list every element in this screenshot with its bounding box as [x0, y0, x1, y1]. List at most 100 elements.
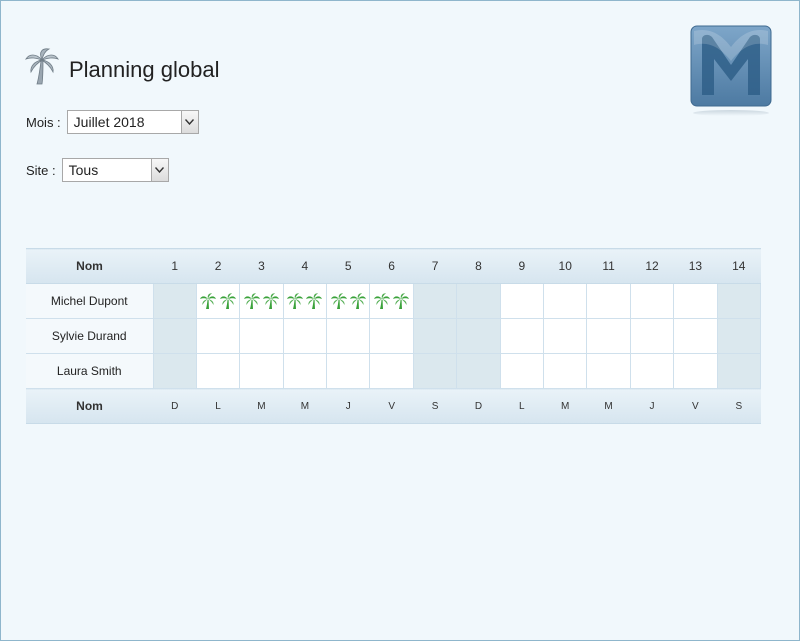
- site-label: Site :: [26, 162, 56, 178]
- vacation-marker: [370, 292, 412, 310]
- employee-name: Laura Smith: [26, 353, 154, 389]
- day-cell[interactable]: [456, 283, 501, 319]
- site-filter: Site : Tous: [26, 158, 169, 182]
- header-name-column: Nom: [26, 248, 153, 284]
- day-letter-footer: L: [196, 388, 240, 424]
- vacation-marker: [284, 292, 326, 310]
- day-letter-footer: S: [717, 388, 761, 424]
- day-number-header: 1: [153, 248, 197, 284]
- day-number-header: 5: [326, 248, 370, 284]
- day-cell[interactable]: [369, 353, 414, 389]
- day-cell[interactable]: [282, 353, 328, 389]
- month-select-value: Juillet 2018: [73, 114, 145, 130]
- day-letter-footer: D: [456, 388, 501, 424]
- day-cell[interactable]: [499, 353, 545, 389]
- day-cell[interactable]: [369, 283, 414, 319]
- day-cell[interactable]: [629, 353, 675, 389]
- day-cell[interactable]: [456, 318, 501, 354]
- day-cell[interactable]: [716, 318, 762, 354]
- day-cell[interactable]: [195, 318, 241, 354]
- day-cell[interactable]: [152, 318, 197, 354]
- page-header: Planning global: [25, 47, 219, 85]
- planning-row: Sylvie Durand: [26, 318, 762, 354]
- day-number-header: 11: [586, 248, 631, 284]
- vacation-marker: [240, 292, 282, 310]
- day-cell[interactable]: [543, 283, 588, 319]
- day-number-header: 14: [717, 248, 761, 284]
- day-number-header: 6: [369, 248, 414, 284]
- employee-name: Sylvie Durand: [26, 318, 154, 354]
- day-cell[interactable]: [326, 283, 371, 319]
- vacation-marker: [327, 292, 369, 310]
- day-cell[interactable]: [326, 318, 371, 354]
- day-cell[interactable]: [282, 283, 328, 319]
- day-cell[interactable]: [499, 318, 545, 354]
- day-number-header: 9: [500, 248, 544, 284]
- day-number-header: 2: [196, 248, 240, 284]
- day-cell[interactable]: [152, 353, 197, 389]
- day-cell[interactable]: [629, 283, 675, 319]
- day-cell[interactable]: [673, 283, 718, 319]
- employee-name: Michel Dupont: [26, 283, 154, 319]
- palm-tree-icon: [219, 293, 236, 309]
- day-cell[interactable]: [499, 283, 545, 319]
- day-cell[interactable]: [716, 353, 762, 389]
- palm-tree-icon: [393, 293, 410, 309]
- month-select[interactable]: Juillet 2018: [66, 110, 199, 134]
- planning-row: Michel Dupont: [26, 283, 762, 319]
- month-select-dropdown-button[interactable]: [180, 111, 198, 133]
- chevron-down-icon: [155, 167, 165, 173]
- day-cell[interactable]: [716, 283, 762, 319]
- palm-tree-icon: [25, 48, 59, 85]
- palm-tree-icon: [306, 293, 323, 309]
- day-number-header: 10: [543, 248, 587, 284]
- day-cell[interactable]: [673, 353, 718, 389]
- day-letter-footer: L: [500, 388, 544, 424]
- day-cell[interactable]: [629, 318, 675, 354]
- planning-footer-row: Nom DLMMJVSDLMMJVS: [26, 388, 761, 424]
- day-cell[interactable]: [543, 318, 588, 354]
- day-cell[interactable]: [673, 318, 718, 354]
- day-cell[interactable]: [239, 353, 284, 389]
- site-select[interactable]: Tous: [61, 158, 169, 182]
- planning-table: Nom 1 2 3 4 5 6 7 8 9 10 11 12 13 14 Michel Dupont Syl…: [26, 248, 762, 424]
- day-number-header: 3: [239, 248, 284, 284]
- day-cell[interactable]: [586, 283, 631, 319]
- day-cell[interactable]: [195, 283, 241, 319]
- day-cell[interactable]: [239, 318, 284, 354]
- day-letter-footer: J: [326, 388, 370, 424]
- month-filter: Mois : Juillet 2018: [26, 110, 199, 134]
- day-cell[interactable]: [586, 353, 631, 389]
- day-cell[interactable]: [543, 353, 588, 389]
- palm-tree-icon: [374, 293, 391, 309]
- day-cell[interactable]: [152, 283, 197, 319]
- palm-tree-icon: [243, 293, 260, 309]
- day-number-header: 13: [673, 248, 718, 284]
- palm-tree-icon: [349, 293, 366, 309]
- day-cell[interactable]: [195, 353, 241, 389]
- day-letter-footer: M: [239, 388, 284, 424]
- site-select-dropdown-button[interactable]: [150, 159, 168, 181]
- day-letter-footer: M: [283, 388, 327, 424]
- page-title: Planning global: [69, 57, 220, 82]
- planning-header-row: Nom 1 2 3 4 5 6 7 8 9 10 11 12 13 14: [26, 248, 761, 284]
- day-cell[interactable]: [456, 353, 501, 389]
- day-letter-footer: V: [369, 388, 414, 424]
- day-cell[interactable]: [412, 353, 458, 389]
- day-cell[interactable]: [412, 283, 458, 319]
- day-cell[interactable]: [369, 318, 414, 354]
- site-select-value: Tous: [68, 162, 99, 178]
- day-cell[interactable]: [412, 318, 458, 354]
- day-cell[interactable]: [326, 353, 371, 389]
- palm-tree-icon: [330, 293, 347, 309]
- palm-tree-icon: [263, 293, 280, 309]
- month-label: Mois :: [26, 114, 61, 130]
- day-letter-footer: J: [630, 388, 674, 424]
- day-letter-footer: M: [543, 388, 587, 424]
- day-cell[interactable]: [239, 283, 284, 319]
- planning-row: Laura Smith: [26, 353, 762, 389]
- day-cell[interactable]: [282, 318, 328, 354]
- day-cell[interactable]: [586, 318, 631, 354]
- vacation-marker: [197, 292, 239, 310]
- footer-name-column: Nom: [26, 388, 153, 424]
